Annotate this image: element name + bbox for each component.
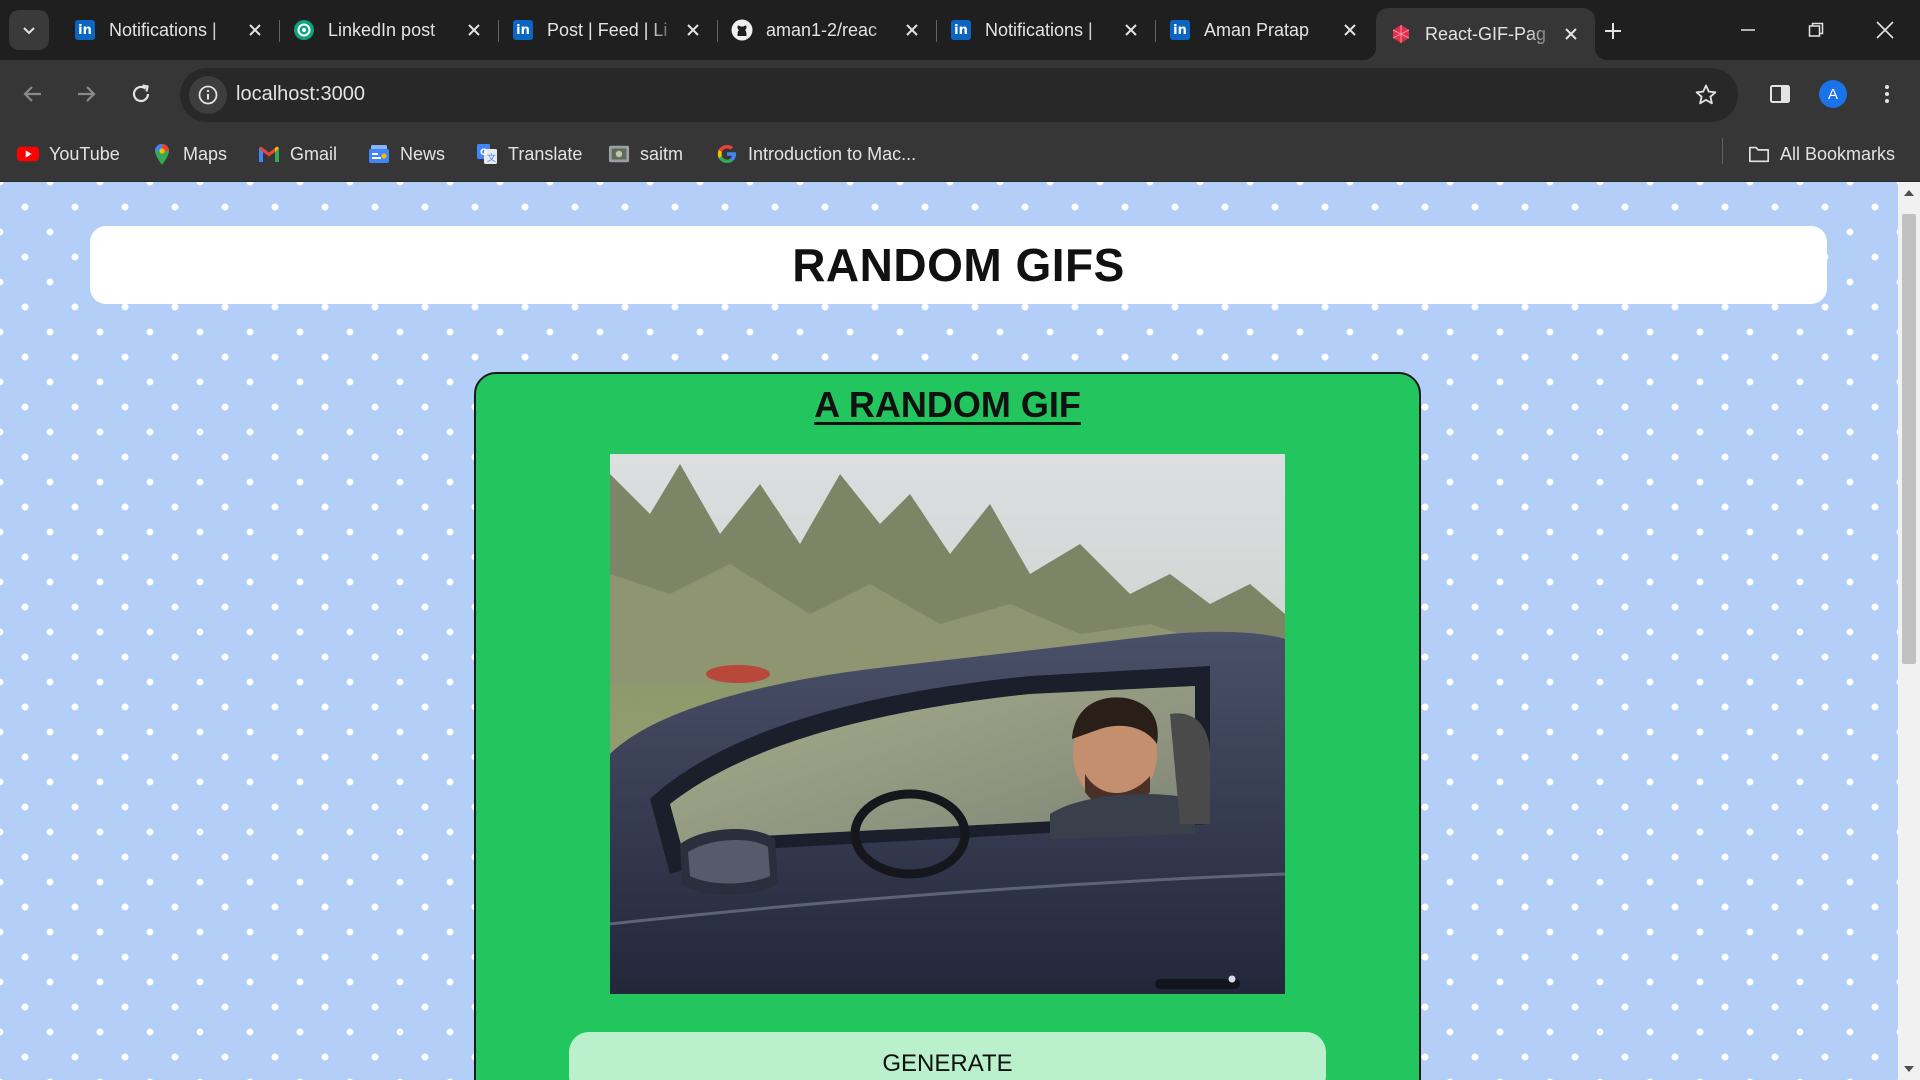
more-vertical-icon xyxy=(1885,85,1889,103)
minimize-icon xyxy=(1741,29,1755,31)
profile-button[interactable]: A xyxy=(1813,74,1853,114)
tab-title: React-GIF-Pag xyxy=(1425,23,1547,44)
arrow-right-icon xyxy=(78,86,96,102)
tab-title: Notifications | xyxy=(985,19,1093,40)
header-card: RANDOM GIFS xyxy=(90,226,1827,304)
tab-title: Post | Feed | Li xyxy=(547,19,668,40)
gif-image xyxy=(610,454,1285,994)
info-icon xyxy=(198,85,218,105)
scroll-down-arrow[interactable] xyxy=(1898,1058,1920,1080)
folder-icon xyxy=(1748,143,1770,165)
forward-button[interactable] xyxy=(66,74,106,114)
close-icon[interactable] xyxy=(241,16,269,44)
reload-button[interactable] xyxy=(121,74,161,114)
bookmark-news[interactable]: News xyxy=(368,138,445,170)
bookmark-label: Maps xyxy=(183,143,228,164)
page-scrollbar[interactable] xyxy=(1898,182,1920,1080)
star-icon xyxy=(1695,84,1717,105)
bookmark-label: Introduction to Mac... xyxy=(748,143,917,164)
tab-title: Notifications | xyxy=(109,19,217,40)
plus-icon xyxy=(1605,23,1621,39)
bookmark-label: All Bookmarks xyxy=(1780,143,1896,164)
page-title: RANDOM GIFS xyxy=(792,239,1125,291)
url-text: localhost:3000 xyxy=(236,83,365,105)
google-icon xyxy=(716,143,738,165)
triangle-up-icon xyxy=(1904,190,1914,196)
linkedin-icon: in xyxy=(1169,19,1191,41)
random-gif-card: A RANDOM GIF GENERATE xyxy=(474,372,1421,1080)
bookmarks-separator xyxy=(1722,138,1723,164)
linkedin-icon: in xyxy=(74,19,96,41)
translate-icon: G文 xyxy=(476,143,498,165)
bookmark-label: Gmail xyxy=(290,143,338,164)
close-window-button[interactable] xyxy=(1852,6,1918,54)
linkedin-icon: in xyxy=(950,19,972,41)
side-panel-icon xyxy=(1770,85,1790,103)
new-tab-button[interactable] xyxy=(1596,14,1630,48)
side-panel-button[interactable] xyxy=(1760,74,1800,114)
bookmark-label: News xyxy=(400,143,446,164)
bookmark-saitm[interactable]: saitm xyxy=(608,138,683,170)
browser-tab-active[interactable]: React-GIF-Pag xyxy=(1364,8,1607,60)
page-viewport: RANDOM GIFS A RANDOM GIF GENERATE xyxy=(0,182,1898,1080)
tab-title: Aman Pratap xyxy=(1204,19,1310,40)
tab-search-button[interactable] xyxy=(9,10,49,50)
chevron-down-icon xyxy=(23,27,35,35)
tab-strip: in Notifications | LinkedIn post in Post… xyxy=(0,0,1920,60)
menu-button[interactable] xyxy=(1867,74,1907,114)
scroll-thumb[interactable] xyxy=(1902,214,1916,664)
tab-title: aman1-2/reac xyxy=(766,19,878,40)
restore-icon xyxy=(1808,22,1824,37)
close-icon xyxy=(1876,21,1894,39)
github-icon xyxy=(731,19,753,41)
tab-title: LinkedIn post xyxy=(328,19,436,40)
saitm-icon xyxy=(608,143,630,165)
news-icon xyxy=(368,143,390,165)
triangle-down-icon xyxy=(1904,1066,1914,1072)
bookmark-maps[interactable]: Maps xyxy=(151,138,227,170)
browser-toolbar: localhost:3000 A xyxy=(0,60,1920,128)
back-button[interactable] xyxy=(13,74,53,114)
close-icon[interactable] xyxy=(1557,20,1585,48)
bookmark-translate[interactable]: G文 Translate xyxy=(476,138,582,170)
close-icon[interactable] xyxy=(679,16,707,44)
site-info-button[interactable] xyxy=(189,76,227,114)
bookmark-gmail[interactable]: Gmail xyxy=(258,138,337,170)
bookmark-label: YouTube xyxy=(49,143,120,164)
gmail-icon xyxy=(258,143,280,165)
browser-tab[interactable]: in Notifications | xyxy=(936,8,1155,52)
youtube-icon xyxy=(17,143,39,165)
minimize-button[interactable] xyxy=(1715,6,1781,54)
browser-tab[interactable]: in Notifications | xyxy=(60,8,279,52)
browser-tab[interactable]: in Aman Pratap xyxy=(1155,8,1374,52)
close-icon[interactable] xyxy=(1117,16,1145,44)
browser-tab[interactable]: in Post | Feed | Li xyxy=(498,8,717,52)
bookmark-youtube[interactable]: YouTube xyxy=(17,138,120,170)
all-bookmarks-button[interactable]: All Bookmarks xyxy=(1748,138,1895,170)
close-icon[interactable] xyxy=(898,16,926,44)
browser-tab[interactable]: LinkedIn post xyxy=(279,8,498,52)
generate-button[interactable]: GENERATE xyxy=(569,1032,1326,1080)
restore-button[interactable] xyxy=(1783,6,1849,54)
card-title: A RANDOM GIF xyxy=(814,384,1081,425)
reload-icon xyxy=(132,84,150,103)
bookmark-label: Translate xyxy=(508,143,583,164)
maps-icon xyxy=(151,143,173,165)
close-icon[interactable] xyxy=(460,16,488,44)
bookmark-label: saitm xyxy=(640,143,684,164)
browser-tab[interactable]: aman1-2/reac xyxy=(717,8,936,52)
close-icon[interactable] xyxy=(1336,16,1364,44)
chatgpt-icon xyxy=(293,19,315,41)
bookmark-introduction[interactable]: Introduction to Mac... xyxy=(716,138,916,170)
react-gem-icon xyxy=(1390,23,1412,45)
bookmark-star-button[interactable] xyxy=(1692,81,1720,109)
avatar: A xyxy=(1819,80,1847,108)
bookmarks-bar: YouTube Maps Gmail News G文 Translate sai… xyxy=(0,128,1920,182)
svg-text:文: 文 xyxy=(487,152,496,164)
linkedin-icon: in xyxy=(512,19,534,41)
address-bar[interactable]: localhost:3000 xyxy=(180,68,1738,122)
scroll-up-arrow[interactable] xyxy=(1898,182,1920,204)
arrow-left-icon xyxy=(23,86,41,102)
